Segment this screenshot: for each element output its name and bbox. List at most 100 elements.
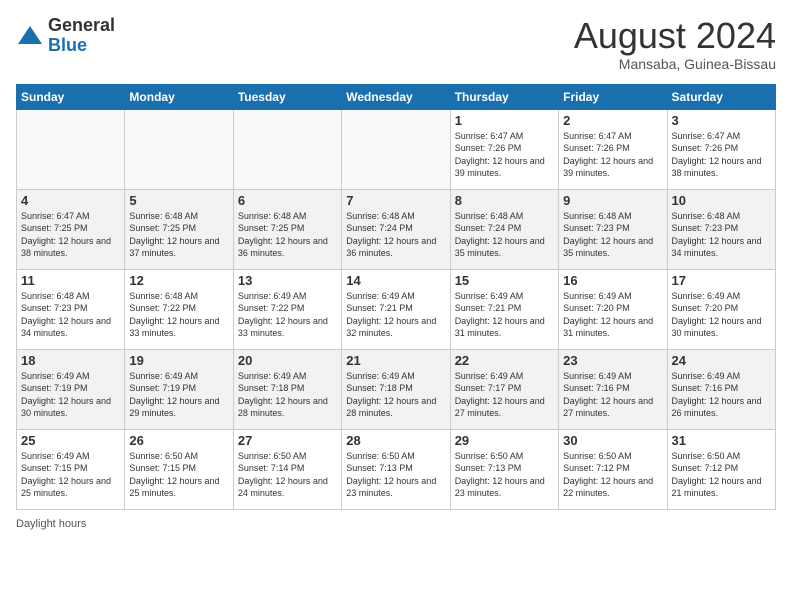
day-info: Sunrise: 6:50 AMSunset: 7:15 PMDaylight:… (129, 450, 228, 500)
day-cell: 22 Sunrise: 6:49 AMSunset: 7:17 PMDayligh… (450, 349, 558, 429)
day-number: 13 (238, 273, 337, 288)
day-cell (125, 109, 233, 189)
day-info: Sunrise: 6:48 AMSunset: 7:22 PMDaylight:… (129, 290, 228, 340)
day-number: 22 (455, 353, 554, 368)
day-info: Sunrise: 6:49 AMSunset: 7:19 PMDaylight:… (21, 370, 120, 420)
day-info: Sunrise: 6:49 AMSunset: 7:20 PMDaylight:… (563, 290, 662, 340)
calendar-table: SundayMondayTuesdayWednesdayThursdayFrid… (16, 84, 776, 510)
day-number: 27 (238, 433, 337, 448)
day-info: Sunrise: 6:49 AMSunset: 7:21 PMDaylight:… (346, 290, 445, 340)
day-cell: 8 Sunrise: 6:48 AMSunset: 7:24 PMDaylight… (450, 189, 558, 269)
day-cell (17, 109, 125, 189)
day-info: Sunrise: 6:47 AMSunset: 7:26 PMDaylight:… (672, 130, 771, 180)
header-day-sunday: Sunday (17, 84, 125, 109)
day-number: 4 (21, 193, 120, 208)
day-cell: 2 Sunrise: 6:47 AMSunset: 7:26 PMDaylight… (559, 109, 667, 189)
day-number: 25 (21, 433, 120, 448)
day-number: 29 (455, 433, 554, 448)
day-cell: 15Sunrise: 6:49 AMSunset: 7:21 PMDayligh… (450, 269, 558, 349)
day-info: Sunrise: 6:49 AMSunset: 7:19 PMDaylight:… (129, 370, 228, 420)
day-cell: 4 Sunrise: 6:47 AMSunset: 7:25 PMDaylight… (17, 189, 125, 269)
header-day-thursday: Thursday (450, 84, 558, 109)
day-number: 5 (129, 193, 228, 208)
day-number: 3 (672, 113, 771, 128)
day-info: Sunrise: 6:48 AMSunset: 7:25 PMDaylight:… (129, 210, 228, 260)
day-cell: 11 Sunrise: 6:48 AMSunset: 7:23 PMDayligh… (17, 269, 125, 349)
day-info: Sunrise: 6:48 AMSunset: 7:24 PMDaylight:… (346, 210, 445, 260)
day-number: 7 (346, 193, 445, 208)
day-info: Sunrise: 6:48 AMSunset: 7:23 PMDaylight:… (672, 210, 771, 260)
day-number: 8 (455, 193, 554, 208)
day-cell: 31Sunrise: 6:50 AMSunset: 7:12 PMDayligh… (667, 429, 775, 509)
day-cell: 25 Sunrise: 6:49 AMSunset: 7:15 PMDayligh… (17, 429, 125, 509)
day-cell: 28 Sunrise: 6:50 AMSunset: 7:13 PMDayligh… (342, 429, 450, 509)
day-number: 18 (21, 353, 120, 368)
day-info: Sunrise: 6:47 AMSunset: 7:26 PMDaylight:… (563, 130, 662, 180)
header-day-friday: Friday (559, 84, 667, 109)
day-cell: 17 Sunrise: 6:49 AMSunset: 7:20 PMDayligh… (667, 269, 775, 349)
header-row: SundayMondayTuesdayWednesdayThursdayFrid… (17, 84, 776, 109)
day-info: Sunrise: 6:49 AMSunset: 7:18 PMDaylight:… (238, 370, 337, 420)
day-info: Sunrise: 6:50 AMSunset: 7:13 PMDaylight:… (346, 450, 445, 500)
day-number: 24 (672, 353, 771, 368)
day-cell: 7 Sunrise: 6:48 AMSunset: 7:24 PMDaylight… (342, 189, 450, 269)
day-info: Sunrise: 6:47 AMSunset: 7:25 PMDaylight:… (21, 210, 120, 260)
day-cell: 14 Sunrise: 6:49 AMSunset: 7:21 PMDayligh… (342, 269, 450, 349)
week-row-2: 4 Sunrise: 6:47 AMSunset: 7:25 PMDaylight… (17, 189, 776, 269)
day-info: Sunrise: 6:49 AMSunset: 7:18 PMDaylight:… (346, 370, 445, 420)
day-cell: 10 Sunrise: 6:48 AMSunset: 7:23 PMDayligh… (667, 189, 775, 269)
day-number: 16 (563, 273, 662, 288)
day-cell: 30Sunrise: 6:50 AMSunset: 7:12 PMDayligh… (559, 429, 667, 509)
day-info: Sunrise: 6:48 AMSunset: 7:24 PMDaylight:… (455, 210, 554, 260)
day-cell: 19Sunrise: 6:49 AMSunset: 7:19 PMDayligh… (125, 349, 233, 429)
day-cell: 24 Sunrise: 6:49 AMSunset: 7:16 PMDayligh… (667, 349, 775, 429)
day-cell: 29 Sunrise: 6:50 AMSunset: 7:13 PMDayligh… (450, 429, 558, 509)
day-info: Sunrise: 6:50 AMSunset: 7:14 PMDaylight:… (238, 450, 337, 500)
day-number: 17 (672, 273, 771, 288)
day-number: 15 (455, 273, 554, 288)
week-row-4: 18 Sunrise: 6:49 AMSunset: 7:19 PMDayligh… (17, 349, 776, 429)
month-year-title: August 2024 (574, 16, 776, 56)
logo-icon (16, 22, 44, 50)
day-number: 11 (21, 273, 120, 288)
day-info: Sunrise: 6:49 AMSunset: 7:16 PMDaylight:… (672, 370, 771, 420)
footer-note: Daylight hours (16, 518, 776, 530)
header-day-tuesday: Tuesday (233, 84, 341, 109)
day-info: Sunrise: 6:47 AMSunset: 7:26 PMDaylight:… (455, 130, 554, 180)
location-subtitle: Mansaba, Guinea-Bissau (574, 56, 776, 72)
day-info: Sunrise: 6:48 AMSunset: 7:23 PMDaylight:… (21, 290, 120, 340)
day-info: Sunrise: 6:50 AMSunset: 7:13 PMDaylight:… (455, 450, 554, 500)
page-header: General Blue August 2024 Mansaba, Guinea… (16, 16, 776, 72)
header-day-saturday: Saturday (667, 84, 775, 109)
day-cell: 13Sunrise: 6:49 AMSunset: 7:22 PMDayligh… (233, 269, 341, 349)
day-number: 2 (563, 113, 662, 128)
day-cell: 16 Sunrise: 6:49 AMSunset: 7:20 PMDayligh… (559, 269, 667, 349)
day-cell: 26Sunrise: 6:50 AMSunset: 7:15 PMDayligh… (125, 429, 233, 509)
day-cell: 23Sunrise: 6:49 AMSunset: 7:16 PMDayligh… (559, 349, 667, 429)
day-number: 20 (238, 353, 337, 368)
day-number: 10 (672, 193, 771, 208)
day-info: Sunrise: 6:49 AMSunset: 7:15 PMDaylight:… (21, 450, 120, 500)
title-area: August 2024 Mansaba, Guinea-Bissau (574, 16, 776, 72)
day-cell: 3 Sunrise: 6:47 AMSunset: 7:26 PMDaylight… (667, 109, 775, 189)
day-number: 12 (129, 273, 228, 288)
week-row-3: 11 Sunrise: 6:48 AMSunset: 7:23 PMDayligh… (17, 269, 776, 349)
header-day-wednesday: Wednesday (342, 84, 450, 109)
logo-blue: Blue (48, 36, 115, 56)
day-info: Sunrise: 6:49 AMSunset: 7:20 PMDaylight:… (672, 290, 771, 340)
day-number: 28 (346, 433, 445, 448)
day-cell: 9Sunrise: 6:48 AMSunset: 7:23 PMDaylight… (559, 189, 667, 269)
day-number: 9 (563, 193, 662, 208)
day-cell: 20 Sunrise: 6:49 AMSunset: 7:18 PMDayligh… (233, 349, 341, 429)
day-info: Sunrise: 6:49 AMSunset: 7:17 PMDaylight:… (455, 370, 554, 420)
week-row-5: 25 Sunrise: 6:49 AMSunset: 7:15 PMDayligh… (17, 429, 776, 509)
week-row-1: 1Sunrise: 6:47 AMSunset: 7:26 PMDaylight… (17, 109, 776, 189)
day-cell: 21 Sunrise: 6:49 AMSunset: 7:18 PMDayligh… (342, 349, 450, 429)
day-cell: 6Sunrise: 6:48 AMSunset: 7:25 PMDaylight… (233, 189, 341, 269)
day-cell: 18 Sunrise: 6:49 AMSunset: 7:19 PMDayligh… (17, 349, 125, 429)
day-number: 21 (346, 353, 445, 368)
day-cell: 1Sunrise: 6:47 AMSunset: 7:26 PMDaylight… (450, 109, 558, 189)
day-cell: 5 Sunrise: 6:48 AMSunset: 7:25 PMDaylight… (125, 189, 233, 269)
day-info: Sunrise: 6:48 AMSunset: 7:25 PMDaylight:… (238, 210, 337, 260)
day-number: 14 (346, 273, 445, 288)
